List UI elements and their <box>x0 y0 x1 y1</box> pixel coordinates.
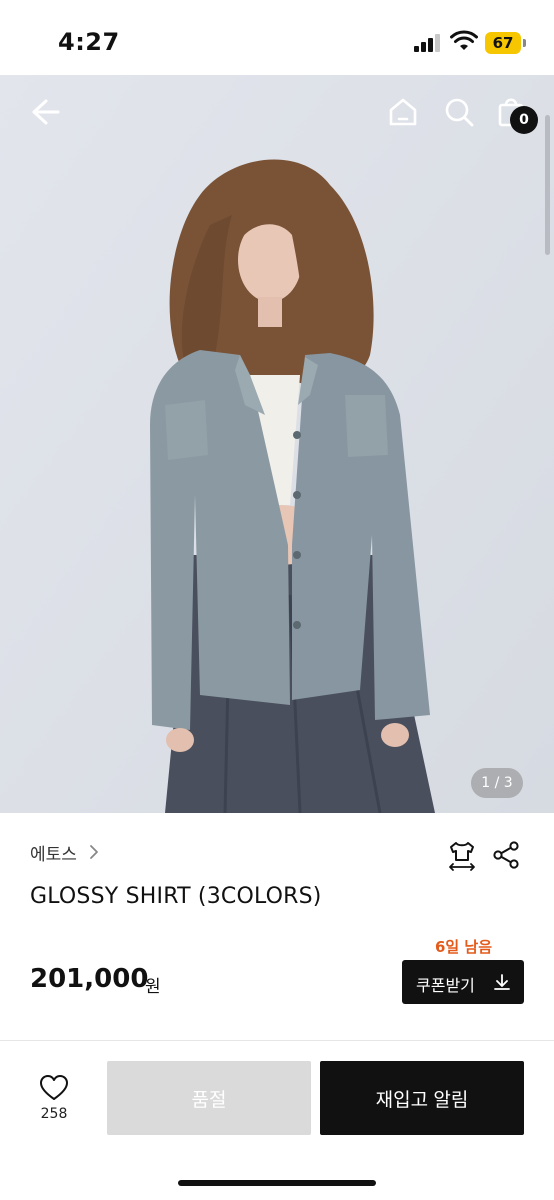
like-count: 258 <box>40 1106 68 1122</box>
model-photo <box>0 75 554 813</box>
back-arrow-icon[interactable] <box>28 95 62 129</box>
image-counter: 1 / 3 <box>471 768 523 798</box>
divider <box>0 1040 554 1041</box>
price-currency: 원 <box>145 977 161 997</box>
cart-count-badge: 0 <box>510 106 538 134</box>
download-icon <box>494 974 510 990</box>
product-name: GLOSSY SHIRT (3COLORS) <box>30 884 322 909</box>
battery-tip <box>523 39 526 47</box>
home-indicator <box>178 1180 376 1186</box>
product-image[interactable] <box>0 75 554 813</box>
battery-indicator: 67 <box>485 32 521 54</box>
product-price: 201,000 <box>30 964 149 994</box>
status-bar: 4:27 67 <box>0 0 554 75</box>
chevron-right-icon[interactable] <box>88 842 100 862</box>
home-icon[interactable] <box>386 95 420 129</box>
size-guide-icon[interactable] <box>447 840 477 872</box>
search-icon[interactable] <box>442 95 476 129</box>
coupon-button-label: 쿠폰받기 <box>416 978 475 995</box>
coupon-remaining-days: 6일 남음 <box>434 938 492 956</box>
status-time: 4:27 <box>58 28 120 56</box>
restock-alert-button[interactable]: 재입고 알림 <box>320 1061 524 1135</box>
brand-link[interactable]: 에토스 <box>30 840 77 865</box>
cellular-signal-icon <box>414 34 440 52</box>
like-button[interactable]: 258 <box>30 1070 78 1130</box>
coupon-download-button[interactable]: 쿠폰받기 <box>402 960 524 1004</box>
gallery-scrollbar <box>545 115 550 255</box>
wifi-icon <box>450 30 478 50</box>
heart-icon <box>40 1075 68 1100</box>
share-icon[interactable] <box>492 840 522 870</box>
sold-out-button[interactable]: 품절 <box>107 1061 311 1135</box>
